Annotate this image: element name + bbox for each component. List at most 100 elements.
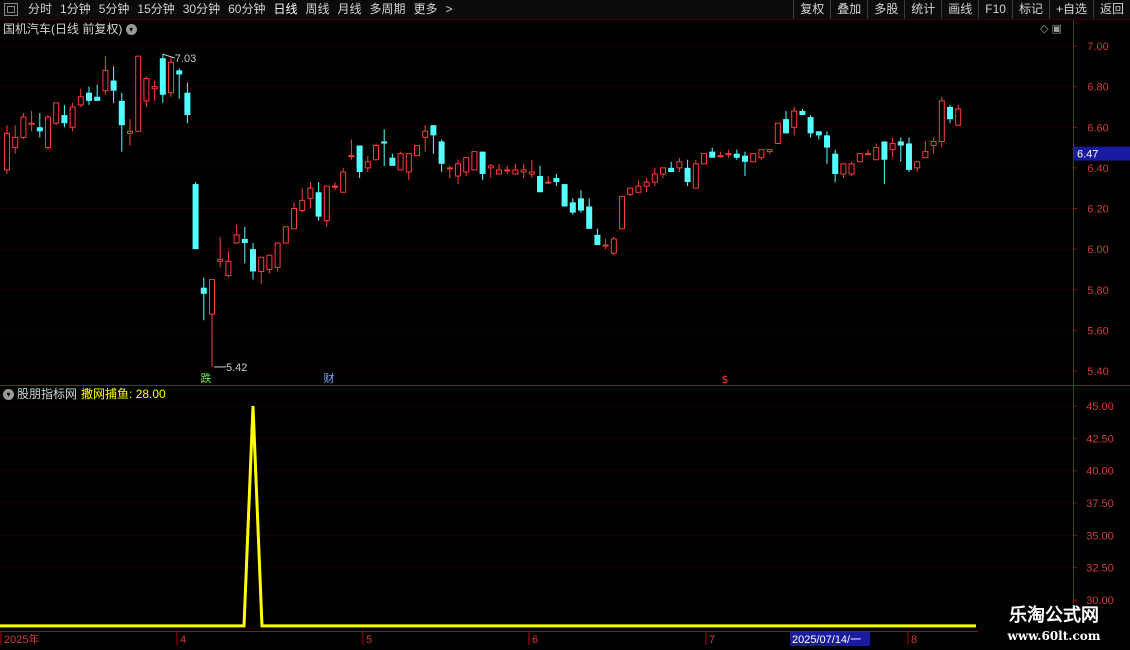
candle-body xyxy=(840,163,847,175)
candle-body xyxy=(766,149,773,153)
candle-body xyxy=(192,184,199,250)
date-label: 2025年 xyxy=(4,632,39,646)
candle-body xyxy=(717,155,724,158)
candle-body xyxy=(512,169,519,175)
candle-body xyxy=(815,131,822,136)
indicator-tick-label: 32.50 xyxy=(1086,563,1114,575)
watermark-title: 乐淘公式网 xyxy=(1009,605,1099,626)
candle-body xyxy=(955,108,962,126)
candle-body xyxy=(471,151,478,171)
price-tick-label: 5.80 xyxy=(1087,285,1108,297)
candle-body xyxy=(45,116,51,149)
candle-body xyxy=(36,127,43,132)
candle-body xyxy=(184,92,191,116)
candle-body xyxy=(4,132,10,171)
candle-body xyxy=(783,119,789,134)
candle-body xyxy=(807,117,814,134)
current-price-label: 6.47 xyxy=(1077,149,1098,161)
candle-body xyxy=(291,208,297,230)
candle-body xyxy=(906,143,912,170)
candle-body xyxy=(668,167,675,172)
candle-body xyxy=(758,149,765,159)
candle-body xyxy=(241,238,248,244)
candle-body xyxy=(422,130,429,138)
candle-body xyxy=(389,157,396,166)
indicator-tick-label: 40.00 xyxy=(1086,466,1114,478)
candle-body xyxy=(77,96,84,106)
candle-body xyxy=(528,171,535,175)
candle-body xyxy=(332,185,338,188)
candle-body xyxy=(930,140,937,147)
candle-body xyxy=(635,185,642,193)
candle-body xyxy=(364,161,371,169)
date-cursor-label: 2025/07/14/一 xyxy=(792,634,861,646)
candle-body xyxy=(28,122,35,125)
candle-body xyxy=(537,176,543,193)
high-pointer xyxy=(162,53,175,59)
candle-body xyxy=(135,55,142,132)
candle-body xyxy=(545,181,552,184)
candle-body xyxy=(856,153,863,163)
indicator-tick-label: 35.00 xyxy=(1086,530,1114,542)
candle-body xyxy=(414,145,420,157)
date-label: 7 xyxy=(709,634,715,646)
low-label: 5.42 xyxy=(226,362,247,374)
candle-body xyxy=(692,163,699,189)
candle-body xyxy=(438,141,445,164)
watermark-url: www.60lt.com xyxy=(1007,629,1101,643)
candle-body xyxy=(602,244,609,247)
candle-body xyxy=(233,234,240,244)
candle-body xyxy=(889,143,896,151)
candle-body xyxy=(274,242,281,268)
event-marker-dollar: $ xyxy=(722,373,729,386)
candle-body xyxy=(865,153,871,156)
candle-body xyxy=(660,167,666,175)
candle-body xyxy=(520,169,527,173)
indicator-tick-label: 45.00 xyxy=(1086,401,1114,413)
candle-body xyxy=(561,184,568,207)
candle-body xyxy=(594,234,601,246)
candle-body xyxy=(725,153,732,156)
candle-body xyxy=(102,69,109,92)
price-tick-label: 5.60 xyxy=(1087,325,1108,337)
date-label: 8 xyxy=(911,634,917,646)
price-tick-label: 7.00 xyxy=(1087,41,1108,53)
candle-body xyxy=(897,141,904,146)
candle-body xyxy=(610,238,617,254)
candle-body xyxy=(824,135,830,148)
candle-body xyxy=(873,147,880,161)
candle-body xyxy=(430,125,437,136)
price-tick-label: 6.80 xyxy=(1087,82,1108,94)
candle-body xyxy=(397,153,404,171)
indicator-tick-label: 42.50 xyxy=(1086,433,1114,445)
candle-body xyxy=(307,187,314,199)
candle-body xyxy=(20,116,27,138)
candle-body xyxy=(701,153,707,165)
candle-body xyxy=(299,199,306,212)
candle-body xyxy=(217,258,224,262)
candle-body xyxy=(684,167,691,183)
candle-body xyxy=(504,169,511,172)
candle-body xyxy=(586,206,593,229)
candle-body xyxy=(348,155,355,158)
candle-body xyxy=(127,130,133,134)
watermark: 乐淘公式网 www.60lt.com xyxy=(978,604,1130,650)
candle-body xyxy=(143,78,150,102)
candle-body xyxy=(479,151,486,174)
candle-body xyxy=(168,61,174,94)
event-marker-drop: 跌 xyxy=(201,371,212,385)
candle-body xyxy=(282,226,289,244)
candle-body xyxy=(487,165,494,169)
date-label: 4 xyxy=(180,634,186,646)
candle-body xyxy=(151,86,158,90)
price-tick-label: 6.00 xyxy=(1087,244,1108,256)
candle-body xyxy=(774,122,781,144)
candle-body xyxy=(110,80,117,91)
candle-body xyxy=(12,136,19,149)
candle-body xyxy=(53,102,60,124)
candle-body xyxy=(356,145,363,172)
candle-body xyxy=(922,151,929,159)
stock-chart[interactable]: 7.00 6.80 6.60 6.40 6.20 6.00 5.80 5.60 5.40 45.0… xyxy=(0,0,1130,650)
candle-body xyxy=(455,163,461,177)
candle-body xyxy=(947,106,953,120)
